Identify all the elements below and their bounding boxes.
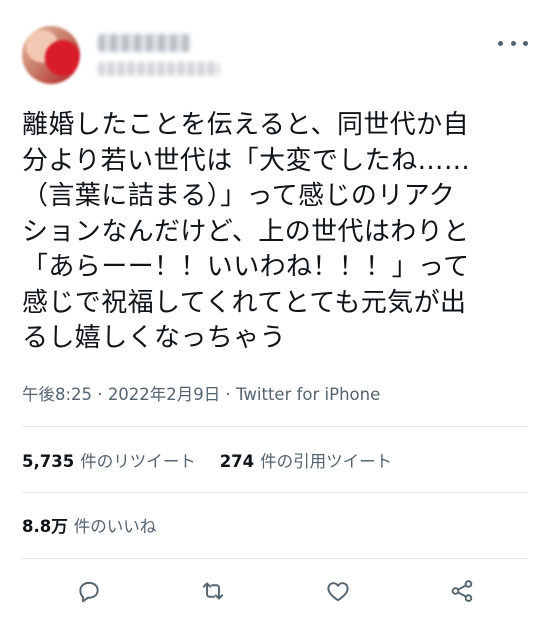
tweet-time[interactable]: 午後8:25 [22, 385, 92, 404]
divider [22, 492, 528, 493]
likes-count: 8.8万 [22, 517, 68, 536]
meta-separator: · [92, 385, 108, 404]
retweets-stat[interactable]: 5,735 件のリツイート [22, 448, 196, 472]
quotes-stat[interactable]: 274 件の引用ツイート [220, 448, 392, 472]
meta-separator: · [220, 385, 237, 404]
divider [22, 558, 528, 559]
tweet-meta: 午後8:25 · 2022年2月9日 · Twitter for iPhone [22, 381, 380, 405]
more-dots-icon[interactable] [498, 33, 528, 53]
retweets-count: 5,735 [22, 452, 75, 471]
tweet-text-line: るし嬉しくなっちゃう [22, 323, 287, 353]
tweet-text-line: （言葉に詰まる）」って感じのリアク [22, 181, 456, 211]
action-bar [0, 572, 550, 610]
dot [498, 40, 503, 46]
retweets-label: 件のリツイート [80, 452, 196, 471]
display-name-blurred[interactable] [98, 34, 190, 52]
dot [523, 40, 528, 46]
tweet-text-line: 「あらーー！！いいわね！！！」って [22, 252, 470, 282]
tweet-header [0, 0, 550, 100]
share-icon[interactable] [447, 576, 477, 606]
like-icon[interactable] [323, 576, 353, 606]
likes-row: 8.8万 件のいいね [22, 513, 156, 537]
quotes-count: 274 [219, 452, 255, 471]
tweet-source[interactable]: Twitter for iPhone [236, 385, 380, 404]
likes-stat[interactable]: 8.8万 件のいいね [22, 517, 156, 536]
dot [510, 40, 516, 46]
tweet-date[interactable]: 2022年2月9日 [108, 385, 221, 404]
quotes-label: 件の引用ツイート [260, 452, 393, 471]
reply-icon[interactable] [74, 576, 104, 606]
retweet-icon[interactable] [198, 576, 228, 606]
avatar[interactable] [22, 26, 80, 84]
tweet-text-line: 分より若い世代は「大変でしたね…… [22, 145, 471, 176]
divider [22, 426, 528, 427]
tweet-text-line: ションなんだけど、上の世代はわりと [22, 216, 470, 247]
tweet-text-line: 感じで祝福してくれてとても元気が出 [22, 287, 467, 318]
tweet-text: 離婚したことを伝えると、同世代か自 分より若い世代は「大変でしたね…… （言葉に… [22, 108, 532, 357]
tweet-text-line: 離婚したことを伝えると、同世代か自 [22, 110, 469, 140]
user-handle-blurred[interactable] [98, 62, 220, 76]
stats-row: 5,735 件のリツイート 274 件の引用ツイート [22, 448, 392, 472]
likes-label: 件のいいね [73, 517, 157, 536]
